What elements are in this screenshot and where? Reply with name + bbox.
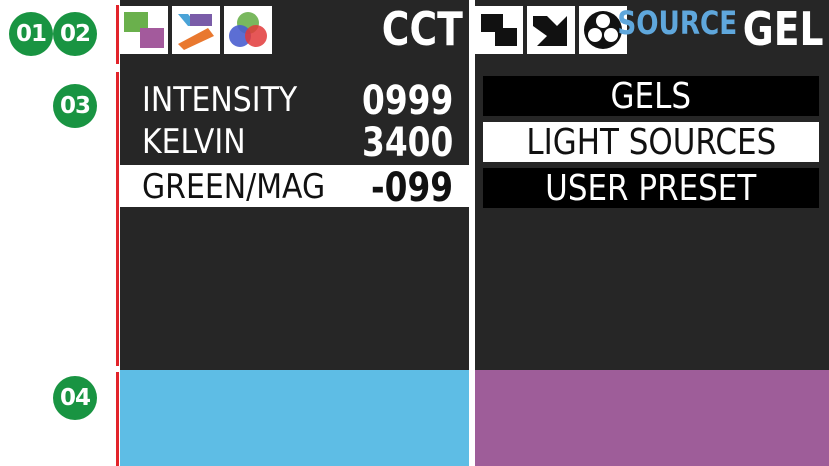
cct-mode-icon[interactable] (120, 6, 168, 54)
menu-item-label: LIGHT SOURCES (526, 121, 776, 163)
source-mode-icon[interactable] (172, 6, 220, 54)
mode-label-gel: GEL (742, 2, 823, 56)
callout-03: 03 (53, 84, 97, 128)
right-screen: SOURCE GEL GELS LIGHT SOURCES USER PRESE… (475, 0, 829, 466)
left-header: CCT (120, 0, 469, 58)
callout-02: 02 (53, 12, 97, 56)
param-value: 0999 (361, 78, 453, 124)
bracket-header (116, 5, 119, 64)
mode-label-source: SOURCE (617, 4, 737, 42)
left-screen: CCT INTENSITY 0999 KELVIN 3400 GREEN/MAG… (120, 0, 469, 466)
menu-item-label: USER PRESET (545, 167, 757, 209)
callout-04: 04 (53, 376, 97, 420)
right-header: SOURCE GEL (475, 0, 829, 58)
menu-item-label: GELS (610, 75, 692, 117)
menu-item-gels[interactable]: GELS (483, 75, 819, 117)
param-row-green-mag[interactable]: GREEN/MAG -099 (120, 165, 469, 211)
bracket-params (116, 72, 119, 366)
param-value: -099 (370, 165, 453, 211)
param-label: INTENSITY (142, 80, 298, 120)
cct-color-swatch (120, 370, 469, 466)
menu-item-light-sources[interactable]: LIGHT SOURCES (483, 121, 819, 163)
gel-color-swatch (475, 370, 829, 466)
rgb-mode-icon[interactable] (224, 6, 272, 54)
callout-01: 01 (9, 12, 53, 56)
menu-item-user-preset[interactable]: USER PRESET (483, 167, 819, 209)
bracket-swatch (116, 372, 119, 466)
param-label: GREEN/MAG (142, 167, 326, 207)
cct-mode-icon[interactable] (475, 6, 523, 54)
param-row-intensity[interactable]: INTENSITY 0999 (120, 78, 469, 124)
param-label: KELVIN (142, 122, 246, 162)
mode-label-cct: CCT (381, 2, 463, 56)
source-mode-icon[interactable] (527, 6, 575, 54)
param-value: 3400 (361, 120, 453, 166)
param-row-kelvin[interactable]: KELVIN 3400 (120, 120, 469, 166)
